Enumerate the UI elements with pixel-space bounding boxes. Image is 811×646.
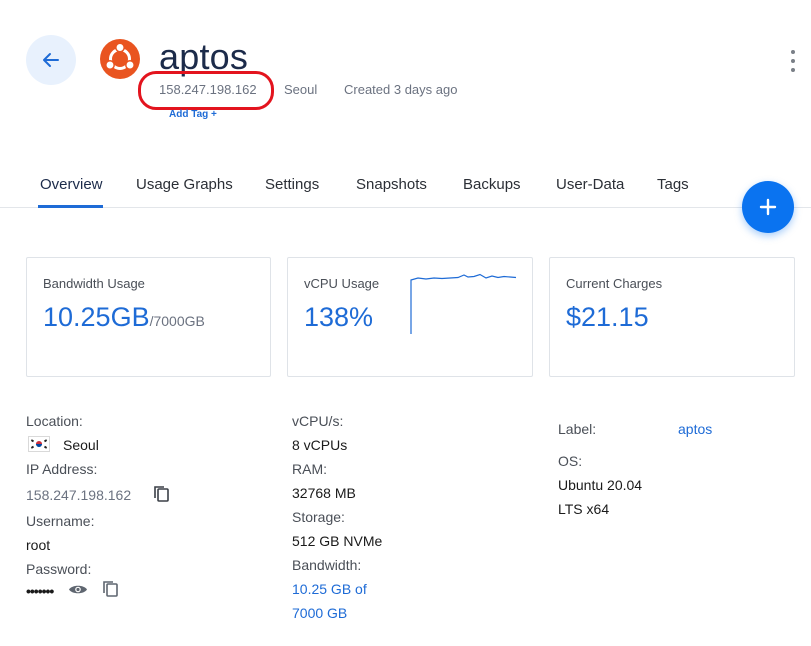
location-value: Seoul — [63, 437, 99, 453]
bandwidth-usage-card: Bandwidth Usage 10.25GB/7000GB — [26, 257, 271, 377]
current-charges-card: Current Charges $21.15 — [549, 257, 795, 377]
tab-overview[interactable]: Overview — [40, 176, 103, 193]
back-button[interactable] — [26, 35, 76, 85]
tab-bar: Overview Usage Graphs Settings Snapshots… — [0, 160, 811, 208]
password-label: Password: — [26, 561, 92, 577]
add-button[interactable] — [742, 181, 794, 233]
vcpu-value: 8 vCPUs — [292, 437, 348, 453]
os-label: OS: — [558, 453, 583, 469]
copy-password-icon[interactable] — [102, 580, 119, 598]
tab-user-data[interactable]: User-Data — [556, 176, 624, 193]
tab-snapshots[interactable]: Snapshots — [356, 176, 427, 193]
ubuntu-logo-icon — [100, 39, 140, 79]
bandwidth-card-unit: /7000GB — [149, 313, 205, 329]
os-value-line2: LTS x64 — [558, 501, 610, 517]
bandwidth-label: Bandwidth: — [292, 557, 362, 573]
active-tab-indicator — [38, 205, 103, 208]
tab-backups[interactable]: Backups — [463, 176, 521, 193]
copy-icon[interactable] — [153, 485, 170, 503]
charges-card-title: Current Charges — [566, 276, 663, 291]
storage-label: Storage: — [292, 509, 345, 525]
bandwidth-card-title: Bandwidth Usage — [43, 276, 145, 291]
vcpu-card-value: 138% — [304, 302, 374, 332]
tab-tags[interactable]: Tags — [657, 176, 689, 193]
plus-icon — [759, 198, 777, 216]
ram-label: RAM: — [292, 461, 327, 477]
bandwidth-value-line1[interactable]: 10.25 GB of — [292, 581, 367, 597]
storage-value: 512 GB NVMe — [292, 533, 383, 549]
os-value-line1: Ubuntu 20.04 — [558, 477, 643, 493]
vcpu-card-title: vCPU Usage — [304, 276, 380, 291]
username-label: Username: — [26, 513, 95, 529]
location-label: Location: — [26, 413, 83, 429]
arrow-left-icon — [43, 53, 59, 67]
bandwidth-card-value: 10.25GB/7000GB — [43, 302, 205, 332]
username-value: root — [26, 537, 51, 553]
south-korea-flag-icon — [28, 436, 50, 452]
header-location: Seoul — [284, 82, 318, 97]
charges-card-value: $21.15 — [566, 302, 649, 332]
eye-icon[interactable] — [68, 583, 88, 596]
tab-settings[interactable]: Settings — [265, 176, 319, 193]
header-ip-address[interactable]: 158.247.198.162 — [159, 82, 257, 97]
vcpu-label: vCPU/s: — [292, 413, 344, 429]
tab-usage-graphs[interactable]: Usage Graphs — [136, 176, 233, 193]
add-tag-link[interactable]: Add Tag + — [169, 109, 217, 120]
bandwidth-value-line2[interactable]: 7000 GB — [292, 605, 347, 621]
ip-address-value: 158.247.198.162 — [26, 487, 132, 503]
vcpu-sparkline — [410, 273, 517, 334]
header-created: Created 3 days ago — [344, 82, 458, 97]
label-label: Label: — [558, 421, 597, 437]
password-value: ••••••• — [26, 583, 54, 599]
ram-value: 32768 MB — [292, 485, 356, 501]
vcpu-usage-card: vCPU Usage 138% — [287, 257, 533, 377]
ip-address-label: IP Address: — [26, 461, 98, 477]
label-value[interactable]: aptos — [678, 421, 712, 437]
kebab-menu-icon[interactable] — [787, 50, 799, 72]
